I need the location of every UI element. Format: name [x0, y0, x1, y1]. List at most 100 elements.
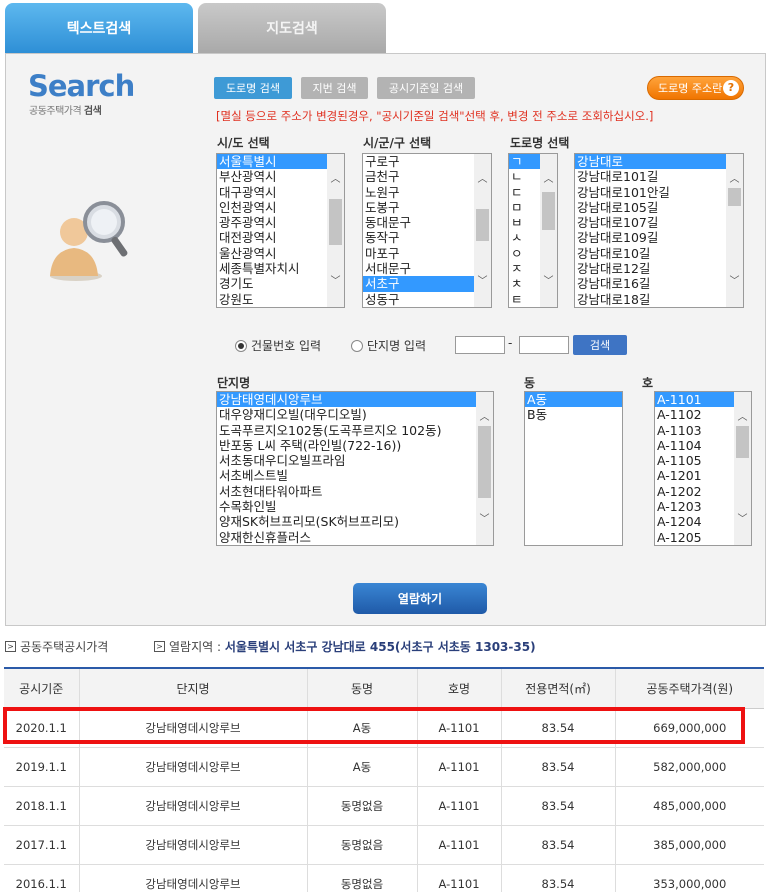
sigungu-option[interactable]: 마포구 — [363, 246, 491, 261]
complex-option[interactable]: 서초동대우디오빌프라임 — [217, 453, 493, 468]
sido-listbox[interactable]: 서울특별시 부산광역시 대구광역시 인천광역시 광주광역시 대전광역시 울산광역시 세종특별자… — [216, 153, 345, 308]
sigungu-option[interactable]: 노원구 — [363, 185, 491, 200]
scroll-down-icon[interactable]: ﹀ — [474, 273, 491, 290]
base-date-search-button[interactable]: 공시기준일 검색 — [377, 77, 475, 99]
complex-listbox[interactable]: 강남태영데시앙루브 대우양재디오빌(대우디오빌) 도곡푸르지오102동(도곡푸르지오… — [216, 391, 494, 546]
complex-option[interactable]: 서초베스트빌 — [217, 468, 493, 483]
person-magnifier-icon — [50, 201, 128, 281]
sigungu-option[interactable]: 서대문구 — [363, 261, 491, 276]
table-row: 2016.1.1 강남태영데시앙루브 동명없음 A-1101 83.54 353,000,… — [4, 864, 764, 892]
sido-option[interactable]: 광주광역시 — [217, 215, 344, 230]
table-header-row: 공시기준 단지명 동명 호명 전용면적(㎡) 공동주택가격(원) — [4, 667, 764, 709]
table-cell: A-1101 — [416, 786, 501, 826]
initial-scrollbar[interactable]: ︿ ﹀ — [540, 154, 557, 307]
table-cell: 83.54 — [500, 786, 615, 826]
tab-text-search[interactable]: 텍스트검색 — [5, 3, 193, 53]
scroll-down-icon[interactable]: ﹀ — [726, 273, 743, 290]
road-option[interactable]: 강남대로 — [575, 154, 743, 170]
scroll-up-icon[interactable]: ︿ — [726, 171, 743, 188]
sido-option[interactable]: 대구광역시 — [217, 185, 344, 200]
table-row: 2017.1.1 강남태영데시앙루브 동명없음 A-1101 83.54 385,000,… — [4, 825, 764, 865]
road-address-guide-button[interactable]: 도로명 주소란 ? — [647, 76, 744, 100]
dong-option[interactable]: B동 — [525, 407, 622, 422]
complex-option[interactable]: 도곡푸르지오102동(도곡푸르지오 102동) — [217, 423, 493, 438]
road-option[interactable]: 강남대로18길 — [575, 292, 743, 307]
scroll-up-icon[interactable]: ︿ — [540, 171, 557, 188]
road-option[interactable]: 강남대로10길 — [575, 246, 743, 261]
table-cell: 2018.1.1 — [4, 786, 79, 826]
table-cell: A-1101 — [416, 825, 501, 865]
complex-option[interactable]: 서초현대타워아파트 — [217, 484, 493, 499]
sigungu-option[interactable]: 도봉구 — [363, 200, 491, 215]
complex-scrollbar[interactable]: ︿ ﹀ — [476, 392, 493, 545]
sigungu-option[interactable]: 금천구 — [363, 169, 491, 184]
table-cell: 83.54 — [500, 747, 615, 787]
sigungu-option[interactable]: 동작구 — [363, 230, 491, 245]
road-listbox[interactable]: 강남대로 강남대로101길 강남대로101안길 강남대로105길 강남대로107길 강남대… — [574, 153, 744, 308]
sigungu-option[interactable]: 서초구 — [363, 276, 491, 292]
sigungu-option[interactable]: 성동구 — [363, 292, 491, 307]
road-option[interactable]: 강남대로16길 — [575, 276, 743, 291]
table-cell: 강남태영데시앙루브 — [78, 708, 307, 748]
dash-separator: - — [508, 336, 513, 350]
complex-option[interactable]: 양재한신휴플러스 — [217, 530, 493, 545]
road-option[interactable]: 강남대로12길 — [575, 261, 743, 276]
radio-building-number[interactable]: 건물번호 입력 — [235, 337, 321, 354]
sido-option[interactable]: 울산광역시 — [217, 246, 344, 261]
complex-label: 단지명 — [217, 376, 251, 390]
lot-number-search-button[interactable]: 지번 검색 — [301, 77, 368, 99]
complex-option[interactable]: 양재SK허브프리모(SK허브프리모) — [217, 514, 493, 529]
radio-complex-name[interactable]: 단지명 입력 — [351, 337, 426, 354]
scroll-down-icon[interactable]: ﹀ — [476, 511, 493, 528]
road-option[interactable]: 강남대로105길 — [575, 200, 743, 215]
building-number-main-input[interactable] — [455, 336, 505, 354]
dong-option[interactable]: A동 — [525, 392, 622, 408]
table-cell: A-1101 — [416, 864, 501, 892]
road-scrollbar[interactable]: ︿ ﹀ — [726, 154, 743, 307]
table-cell: 582,000,000 — [614, 747, 764, 787]
scroll-up-icon[interactable]: ︿ — [474, 171, 491, 188]
sido-option[interactable]: 부산광역시 — [217, 169, 344, 184]
building-number-sub-input[interactable] — [519, 336, 569, 354]
road-option[interactable]: 강남대로109길 — [575, 230, 743, 245]
sigungu-option[interactable]: 구로구 — [363, 154, 491, 169]
table-cell: 83.54 — [500, 708, 615, 748]
sido-option[interactable]: 경기도 — [217, 276, 344, 291]
table-row: 2018.1.1 강남태영데시앙루브 동명없음 A-1101 83.54 485,000,… — [4, 786, 764, 826]
sido-option[interactable]: 인천광역시 — [217, 200, 344, 215]
road-option[interactable]: 강남대로101길 — [575, 169, 743, 184]
tab-map-search[interactable]: 지도검색 — [198, 3, 386, 53]
initial-listbox[interactable]: ㄱㄴㄷㅁㅂㅅㅇㅈㅊㅌ ︿ ﹀ — [508, 153, 558, 308]
sido-option[interactable]: 서울특별시 — [217, 154, 344, 170]
sido-option[interactable]: 강원도 — [217, 292, 344, 307]
scroll-up-icon[interactable]: ︿ — [734, 409, 751, 426]
sigungu-option[interactable]: 동대문구 — [363, 215, 491, 230]
complex-option[interactable]: 강남태영데시앙루브 — [217, 392, 493, 408]
complex-option[interactable]: 반포동 L씨 주택(라인빌(722-16)) — [217, 438, 493, 453]
ho-scrollbar[interactable]: ︿ ﹀ — [734, 392, 751, 545]
sigungu-scrollbar[interactable]: ︿ ﹀ — [474, 154, 491, 307]
road-option[interactable]: 강남대로101안길 — [575, 185, 743, 200]
search-button[interactable]: 검색 — [573, 335, 627, 355]
sido-scrollbar[interactable]: ︿ ﹀ — [327, 154, 344, 307]
dong-listbox[interactable]: A동 B동 — [524, 391, 623, 546]
scroll-down-icon[interactable]: ﹀ — [327, 273, 344, 290]
scroll-down-icon[interactable]: ﹀ — [540, 273, 557, 290]
view-button[interactable]: 열람하기 — [353, 583, 487, 614]
scroll-up-icon[interactable]: ︿ — [327, 171, 344, 188]
scroll-down-icon[interactable]: ﹀ — [734, 511, 751, 528]
table-row: 2019.1.1 강남태영데시앙루브 A동 A-1101 83.54 582,000,00… — [4, 747, 764, 787]
scroll-up-icon[interactable]: ︿ — [476, 409, 493, 426]
radio-off-icon[interactable] — [351, 339, 363, 352]
radio-on-icon[interactable] — [235, 339, 247, 352]
sigungu-listbox[interactable]: 구로구 금천구 노원구 도봉구 동대문구 동작구 마포구 서대문구 서초구 성동구 ︿ ﹀ — [362, 153, 492, 308]
table-cell: 2016.1.1 — [4, 864, 79, 892]
sido-option[interactable]: 세종특별자치시 — [217, 261, 344, 276]
complex-option[interactable]: 대우양재디오빌(대우디오빌) — [217, 407, 493, 422]
complex-option[interactable]: 수목화인빌 — [217, 499, 493, 514]
table-cell: 강남태영데시앙루브 — [78, 864, 307, 892]
ho-listbox[interactable]: A-1101 A-1102 A-1103 A-1104 A-1105 A-1201 A-12… — [654, 391, 752, 546]
road-option[interactable]: 강남대로107길 — [575, 215, 743, 230]
road-name-search-button[interactable]: 도로명 검색 — [214, 77, 292, 99]
sido-option[interactable]: 대전광역시 — [217, 230, 344, 245]
